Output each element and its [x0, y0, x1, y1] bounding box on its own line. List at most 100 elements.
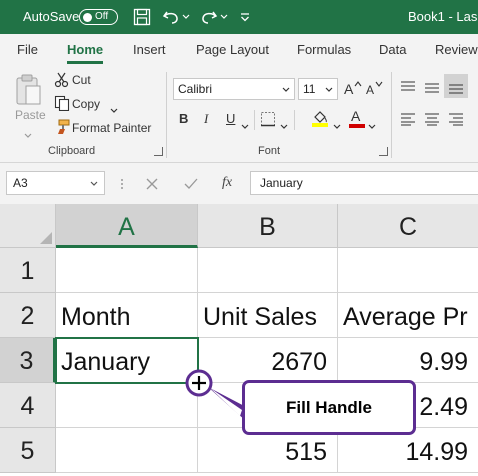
font-group-label: Font: [258, 145, 281, 157]
column-header-a[interactable]: A: [56, 204, 198, 248]
formula-input-value: January: [260, 176, 303, 190]
format-painter-label[interactable]: Format Painter: [72, 121, 151, 135]
autosave-state: Off: [95, 11, 109, 22]
toggle-knob: [83, 12, 92, 22]
font-launcher-icon[interactable]: [379, 147, 388, 156]
formula-bar: A3 fx January: [0, 163, 478, 204]
insert-function-icon[interactable]: fx: [222, 175, 232, 191]
cell-b1[interactable]: [198, 248, 338, 293]
font-size-select[interactable]: 11: [298, 78, 338, 100]
cell-a4[interactable]: [56, 383, 198, 428]
scissors-icon[interactable]: [54, 72, 70, 88]
group-divider: [391, 72, 392, 158]
worksheet-grid: A B C 1 2 3 4 5 Month Unit Sales Average…: [0, 204, 478, 473]
divider: [254, 110, 255, 130]
autosave-label: AutoSave: [23, 9, 80, 24]
tab-insert[interactable]: Insert: [133, 42, 166, 57]
save-icon[interactable]: [132, 6, 152, 28]
font-color-swatch: [349, 124, 365, 128]
select-all-corner[interactable]: [0, 204, 56, 248]
font-name-value: Calibri: [178, 82, 213, 96]
row-header-5[interactable]: 5: [0, 428, 56, 473]
tab-formulas[interactable]: Formulas: [297, 42, 351, 57]
tab-file[interactable]: File: [17, 42, 38, 57]
borders-dropdown-icon[interactable]: [280, 117, 288, 135]
cell-c1[interactable]: [338, 248, 478, 293]
fill-color-icon[interactable]: [311, 109, 329, 132]
paste-dropdown-icon[interactable]: [24, 126, 32, 144]
cell-a5[interactable]: [56, 428, 198, 473]
underline-button[interactable]: U: [226, 111, 235, 126]
italic-button[interactable]: I: [204, 111, 208, 127]
redo-icon[interactable]: [199, 6, 219, 28]
formula-input[interactable]: January: [250, 171, 478, 195]
svg-text:A: A: [344, 81, 354, 96]
cut-label[interactable]: Cut: [72, 73, 91, 87]
cell-c3[interactable]: 9.99: [338, 338, 478, 383]
tab-page-layout[interactable]: Page Layout: [196, 42, 269, 57]
cell-b2[interactable]: Unit Sales: [198, 293, 338, 338]
chevron-down-icon: [90, 181, 98, 186]
cell-a3[interactable]: January: [56, 338, 198, 383]
ribbon-tabs: File Home Insert Page Layout Formulas Da…: [0, 34, 478, 66]
row-header-4[interactable]: 4: [0, 383, 56, 428]
workbook-title: Book1 - Las: [408, 9, 478, 24]
cancel-icon[interactable]: [146, 177, 158, 195]
enter-icon[interactable]: [184, 177, 198, 195]
align-left-icon[interactable]: [400, 112, 416, 131]
cell-a2[interactable]: Month: [56, 293, 198, 338]
row-header-1[interactable]: 1: [0, 248, 56, 293]
cell-c2[interactable]: Average Pr: [338, 293, 478, 338]
group-divider: [166, 72, 167, 158]
column-header-b[interactable]: B: [198, 204, 338, 248]
copy-icon[interactable]: [54, 95, 70, 112]
undo-dropdown-icon[interactable]: [181, 6, 191, 28]
name-box[interactable]: A3: [6, 171, 105, 195]
redo-dropdown-icon[interactable]: [219, 6, 229, 28]
tab-data[interactable]: Data: [379, 42, 406, 57]
paste-icon[interactable]: [13, 72, 45, 110]
increase-font-size-icon[interactable]: A: [344, 80, 362, 101]
format-painter-icon[interactable]: [54, 119, 70, 135]
fill-handle-callout: Fill Handle: [242, 380, 416, 435]
tab-home[interactable]: Home: [67, 42, 104, 64]
decrease-font-size-icon[interactable]: A: [366, 80, 384, 101]
copy-label[interactable]: Copy: [72, 97, 100, 111]
copy-dropdown-icon[interactable]: [110, 101, 118, 119]
cell-a1[interactable]: [56, 248, 198, 293]
align-bottom-icon[interactable]: [444, 74, 468, 98]
font-color-glyph: A: [351, 108, 361, 124]
fill-color-dropdown-icon[interactable]: [333, 117, 341, 135]
select-all-icon: [40, 232, 52, 244]
font-size-value: 11: [303, 82, 316, 96]
align-right-icon[interactable]: [448, 112, 464, 131]
underline-dropdown-icon[interactable]: [241, 117, 249, 135]
row-header-2[interactable]: 2: [0, 293, 56, 338]
clipboard-group-label: Clipboard: [48, 145, 96, 157]
divider: [294, 110, 295, 130]
font-name-select[interactable]: Calibri: [173, 78, 295, 100]
column-header-c[interactable]: C: [338, 204, 478, 248]
font-color-icon[interactable]: A: [348, 108, 366, 128]
align-middle-icon[interactable]: [424, 80, 440, 99]
ribbon: Paste Cut Copy Format Painter Clipboard …: [0, 66, 478, 163]
more-options-icon: [120, 177, 124, 195]
name-box-value: A3: [13, 176, 28, 190]
tab-review[interactable]: Review: [435, 42, 478, 57]
customize-toolbar-icon[interactable]: [238, 6, 252, 28]
paste-label[interactable]: Paste: [15, 108, 46, 122]
align-center-icon[interactable]: [424, 112, 440, 131]
chevron-down-icon: [282, 87, 290, 92]
svg-text:A: A: [366, 83, 374, 96]
clipboard-launcher-icon[interactable]: [154, 147, 163, 156]
borders-icon[interactable]: [260, 111, 276, 132]
align-top-icon[interactable]: [400, 80, 416, 99]
autosave-toggle[interactable]: Off: [79, 9, 118, 25]
chevron-down-icon: [325, 87, 333, 92]
bold-button[interactable]: B: [179, 111, 188, 126]
row-header-3[interactable]: 3: [0, 338, 56, 383]
font-color-dropdown-icon[interactable]: [368, 117, 376, 135]
callout-label: Fill Handle: [286, 397, 372, 417]
title-bar: AutoSave Off Book1 - Las: [0, 0, 478, 34]
undo-icon[interactable]: [161, 6, 181, 28]
